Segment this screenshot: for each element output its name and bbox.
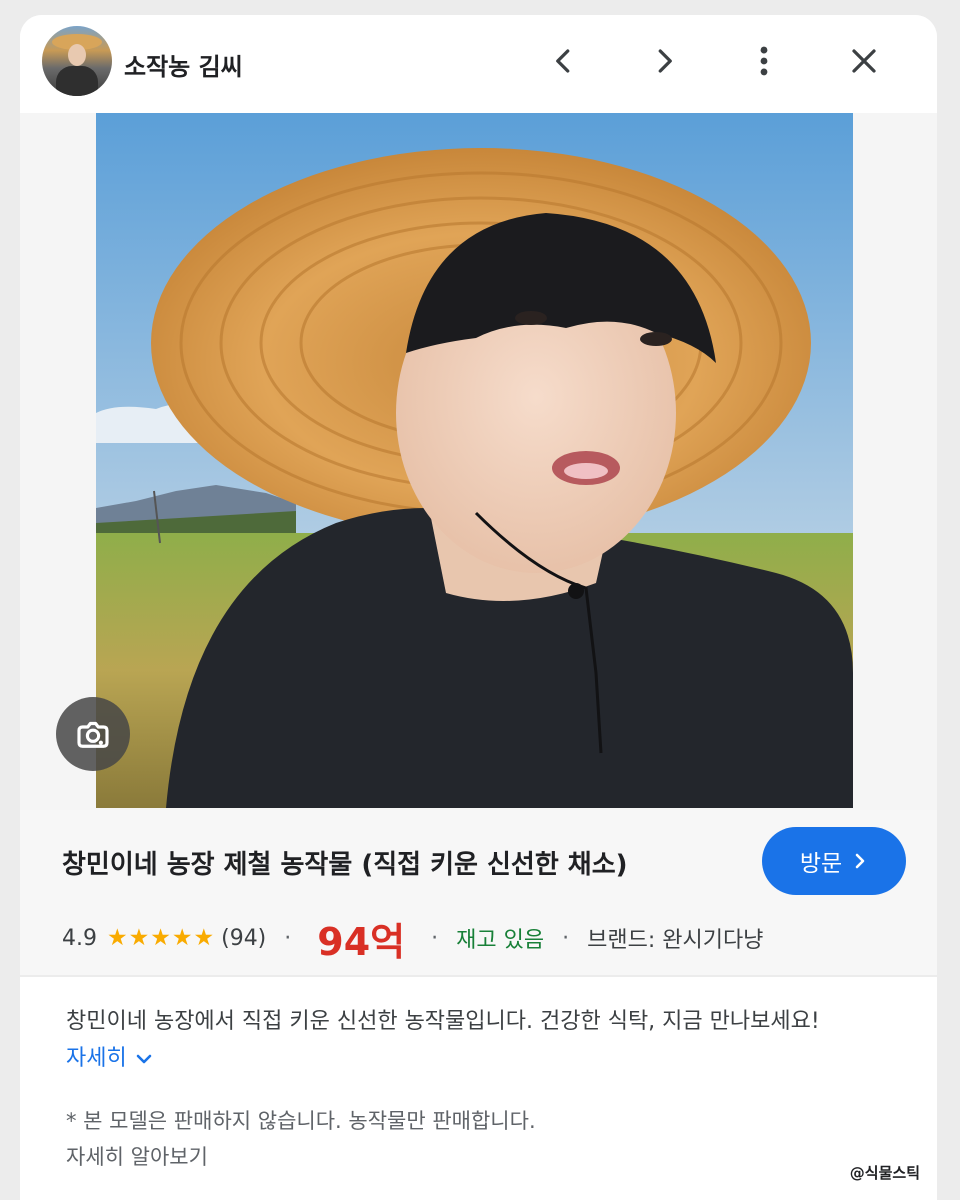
description-text: 창민이네 농장에서 직접 키운 신선한 농작물입니다. 건강한 식탁, 지금 만… bbox=[66, 1009, 820, 1034]
more-details-label: 자세히 bbox=[66, 1046, 127, 1071]
more-options-button[interactable] bbox=[740, 37, 788, 85]
product-title[interactable]: 창민이네 농장 제철 농작물 (직접 키운 신선한 채소) bbox=[62, 844, 628, 881]
close-button[interactable] bbox=[840, 37, 888, 85]
product-card: 소작농 김씨 창민이네 농장 제철 농작물 (직접 키운 신선한 채소) 방문 … bbox=[20, 15, 937, 1200]
back-icon bbox=[556, 49, 570, 73]
separator-dot: · bbox=[431, 925, 439, 951]
separator-dot: · bbox=[562, 925, 570, 951]
separator-dot: · bbox=[284, 925, 292, 951]
learn-more-link[interactable]: 자세히 알아보기 bbox=[66, 1139, 886, 1175]
product-meta: 4.9 ★★★★★ (94) · 94억 · 재고 있음 · 브랜드: 완시기다… bbox=[62, 918, 764, 964]
rating-stars: ★★★★★ bbox=[107, 925, 216, 951]
stock-status: 재고 있음 bbox=[456, 928, 545, 953]
disclaimer-note: * 본 모델은 판매하지 않습니다. 농작물만 판매합니다. 자세히 알아보기 bbox=[66, 1103, 886, 1175]
channel-name[interactable]: 소작농 김씨 bbox=[124, 47, 243, 82]
product-info: 창민이네 농장 제철 농작물 (직접 키운 신선한 채소) 방문 4.9 ★★★… bbox=[20, 810, 937, 975]
product-description: 창민이네 농장에서 직접 키운 신선한 농작물입니다. 건강한 식탁, 지금 만… bbox=[66, 1003, 886, 1077]
lens-search-button[interactable] bbox=[56, 697, 130, 771]
divider bbox=[20, 975, 937, 977]
brand-label: 브랜드: 완시기다냥 bbox=[587, 928, 764, 953]
more-details-link[interactable]: 자세히 bbox=[66, 1046, 153, 1071]
product-photo[interactable] bbox=[96, 113, 853, 808]
chevron-down-icon bbox=[136, 1054, 152, 1064]
close-icon bbox=[852, 49, 876, 73]
header: 소작농 김씨 bbox=[20, 15, 937, 113]
disclaimer-text: * 본 모델은 판매하지 않습니다. 농작물만 판매합니다. bbox=[66, 1109, 536, 1133]
avatar-face bbox=[68, 44, 86, 66]
avatar-body bbox=[56, 66, 98, 96]
lens-search-icon bbox=[77, 721, 109, 748]
chevron-right-icon bbox=[855, 853, 865, 869]
visit-button-label: 방문 bbox=[799, 851, 843, 877]
review-count[interactable]: (94) bbox=[221, 926, 266, 951]
watermark: @식물스틱 bbox=[849, 1164, 920, 1182]
back-button[interactable] bbox=[540, 37, 588, 85]
price: 94억 bbox=[317, 919, 406, 964]
rating-value: 4.9 bbox=[62, 925, 97, 951]
more-vert-icon bbox=[760, 46, 768, 76]
forward-icon bbox=[658, 49, 672, 73]
avatar[interactable] bbox=[42, 26, 112, 96]
forward-button[interactable] bbox=[640, 37, 688, 85]
image-area bbox=[20, 113, 937, 810]
visit-button[interactable]: 방문 bbox=[762, 827, 906, 895]
